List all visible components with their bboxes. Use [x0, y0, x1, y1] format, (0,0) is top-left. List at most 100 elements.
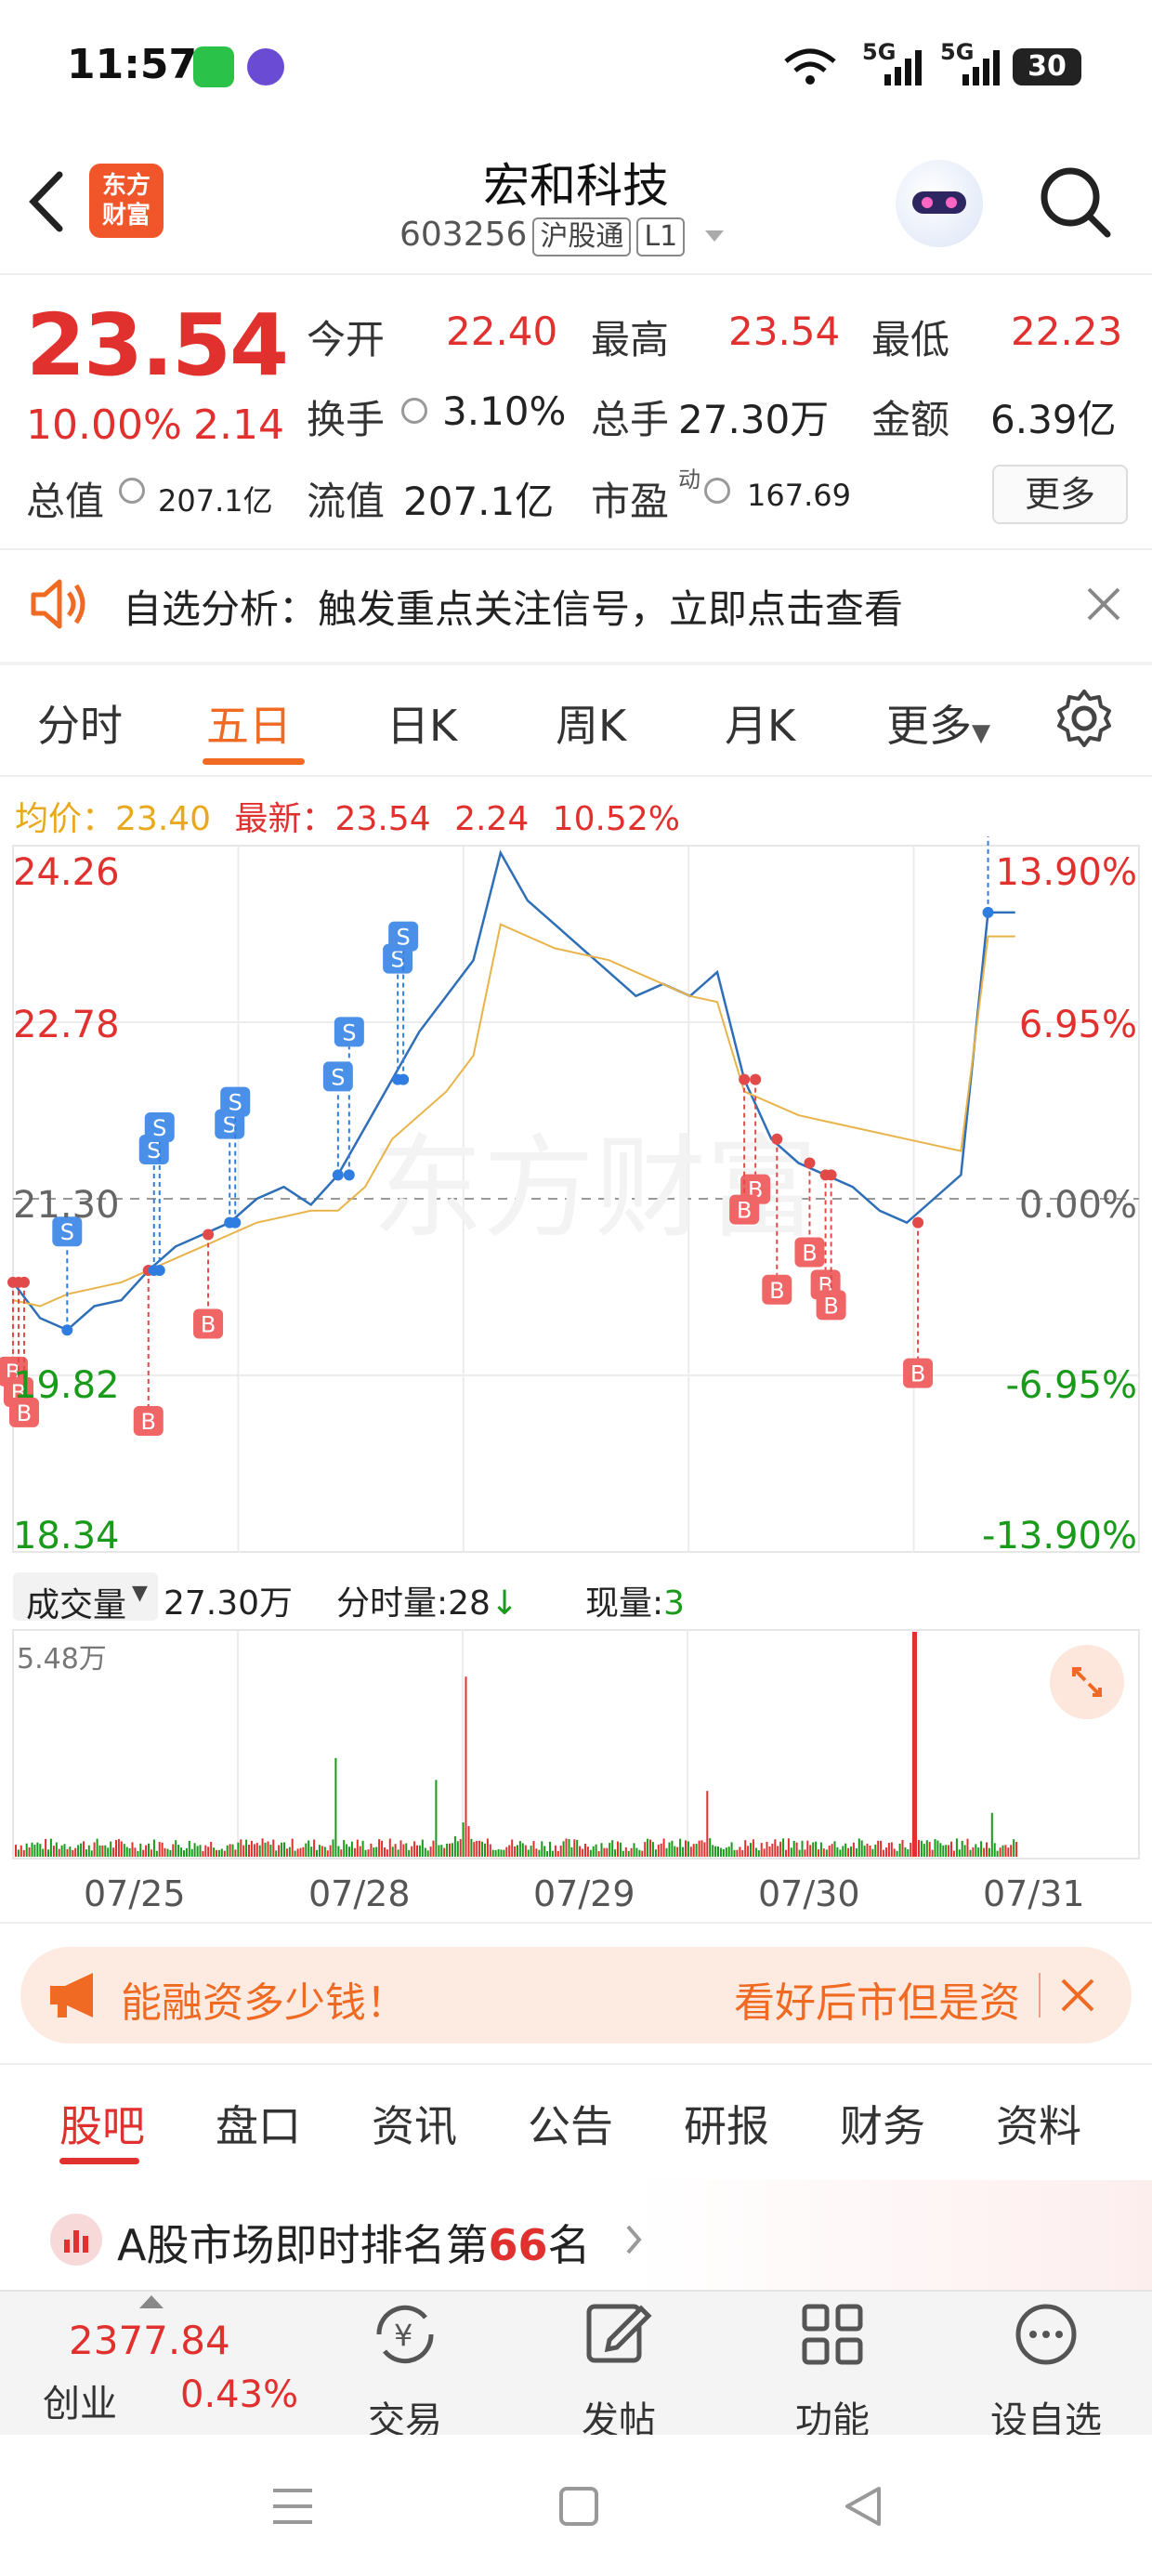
volume-bar — [546, 1851, 549, 1857]
volume-bar — [936, 1840, 939, 1857]
current-volume-value: 3 — [663, 1584, 686, 1623]
volume-bar — [551, 1850, 554, 1857]
trade-icon[interactable]: ¥ — [368, 2297, 442, 2372]
volume-bar — [204, 1845, 207, 1857]
active-subtab-indicator — [59, 2158, 139, 2164]
tab-five-day[interactable]: 五日 — [206, 692, 292, 754]
rank-banner[interactable]: A股市场即时排名第66名 — [0, 2180, 1152, 2290]
stock-code: 603256 — [399, 216, 528, 254]
volume-bar — [172, 1844, 175, 1857]
index-name[interactable]: 创业 — [43, 2373, 117, 2427]
five-day-price-chart[interactable]: 东方财富 BBBBBBBBBBBBSSSSSSSSSS — [0, 836, 1152, 1571]
volume-bar — [999, 1847, 1001, 1857]
subtab-announcements[interactable]: 公告 — [528, 2093, 613, 2154]
volume-bar — [489, 1844, 491, 1857]
robot-assistant-icon[interactable] — [896, 160, 983, 247]
back-triangle-icon[interactable] — [840, 2483, 886, 2530]
x-axis-date-5: 07/31 — [983, 1873, 1085, 1914]
volume-bar — [857, 1838, 860, 1857]
volume-bar — [818, 1849, 819, 1857]
banner-divider — [0, 2063, 1152, 2065]
volume-bar — [904, 1847, 907, 1857]
tab-monthly-k[interactable]: 月K — [725, 692, 795, 754]
volume-bar — [411, 1846, 413, 1857]
rank-number: 66 — [488, 2220, 548, 2270]
index-value[interactable]: 2377.84 — [69, 2318, 230, 2363]
close-icon[interactable] — [1085, 585, 1122, 623]
amount-value: 6.39亿 — [990, 397, 1117, 442]
close-icon[interactable] — [1057, 1975, 1098, 2016]
volume-bar — [703, 1842, 706, 1857]
volume-selector[interactable]: 成交量 ▼ — [13, 1572, 158, 1624]
volume-bar — [887, 1843, 890, 1857]
latest-value: 23.54 — [334, 800, 431, 838]
volume-bar — [329, 1845, 332, 1857]
volume-bar — [993, 1843, 996, 1857]
volume-bar — [36, 1842, 39, 1857]
banner-separator — [1039, 1973, 1041, 2017]
volume-bar — [752, 1839, 754, 1857]
info-icon[interactable] — [704, 478, 730, 504]
avg-label: 均价： — [15, 800, 116, 838]
y-axis-right-top: 13.90% — [995, 851, 1137, 894]
volume-bar — [582, 1848, 584, 1857]
subtab-finance[interactable]: 财务 — [840, 2093, 925, 2154]
volume-bar — [977, 1847, 980, 1857]
tab-more[interactable]: 更多▼ — [886, 692, 990, 754]
subtab-profile[interactable]: 资料 — [996, 2093, 1081, 2154]
volume-bar — [633, 1843, 635, 1857]
tab-weekly-k[interactable]: 周K — [556, 692, 626, 754]
volume-bar — [871, 1848, 874, 1857]
volume-bar — [497, 1848, 500, 1857]
info-icon[interactable] — [119, 478, 145, 504]
volume-bar — [890, 1842, 893, 1857]
volume-bar — [131, 1842, 134, 1857]
volume-bar — [359, 1846, 361, 1857]
volume-bar — [416, 1845, 418, 1857]
volume-total: 27.30万 — [164, 1584, 294, 1623]
volume-bar — [777, 1846, 779, 1857]
volume-bar — [63, 1844, 66, 1857]
tab-daily-k[interactable]: 日K — [386, 692, 457, 754]
volume-bar — [394, 1844, 397, 1857]
volume-bar — [42, 1848, 45, 1857]
volume-bar — [852, 1842, 855, 1857]
volume-bar — [815, 1841, 818, 1857]
svg-text:B: B — [141, 1409, 156, 1435]
x-axis-date-4: 07/30 — [758, 1873, 860, 1914]
search-icon[interactable] — [1037, 164, 1115, 242]
home-square-icon[interactable] — [557, 2485, 600, 2528]
volume-bar — [117, 1839, 120, 1857]
info-icon[interactable] — [401, 398, 427, 424]
menu-icon[interactable] — [269, 2485, 316, 2528]
volume-bar — [712, 1845, 714, 1857]
volume-chart[interactable] — [0, 1628, 1152, 1860]
grid-apps-icon[interactable] — [795, 2297, 870, 2372]
more-button[interactable]: 更多 — [992, 465, 1128, 524]
volume-bar — [272, 1839, 275, 1857]
volume-bar — [801, 1840, 804, 1857]
volume-bar — [451, 1843, 453, 1857]
more-dots-icon[interactable] — [1009, 2297, 1083, 2372]
caret-down-icon[interactable] — [703, 227, 726, 245]
settings-gear-icon[interactable] — [1054, 688, 1115, 749]
volume-bar — [627, 1850, 630, 1857]
expand-chart-button[interactable] — [1050, 1645, 1124, 1719]
volume-bar — [245, 1839, 248, 1857]
tab-intraday[interactable]: 分时 — [37, 692, 123, 754]
caret-up-icon[interactable] — [137, 2293, 165, 2310]
volume-bar — [988, 1847, 990, 1857]
volume-bar — [766, 1842, 768, 1857]
volume-bar — [855, 1848, 857, 1857]
compose-icon[interactable] — [582, 2297, 656, 2372]
ad-banner[interactable]: 能融资多少钱！ 看好后市但是资 — [20, 1947, 1132, 2044]
volume-bar — [505, 1847, 508, 1857]
subtab-news[interactable]: 资讯 — [372, 2093, 457, 2154]
volume-bar — [611, 1840, 614, 1857]
subtab-forum[interactable]: 股吧 — [59, 2093, 145, 2154]
subtab-research[interactable]: 研报 — [684, 2093, 769, 2154]
notice-text[interactable]: 自选分析：触发重点关注信号，立即点击查看 — [123, 578, 903, 635]
volume-label: 总手 — [591, 397, 670, 442]
subtab-orderbook[interactable]: 盘口 — [216, 2093, 301, 2154]
index-change[interactable]: 0.43% — [180, 2373, 298, 2416]
